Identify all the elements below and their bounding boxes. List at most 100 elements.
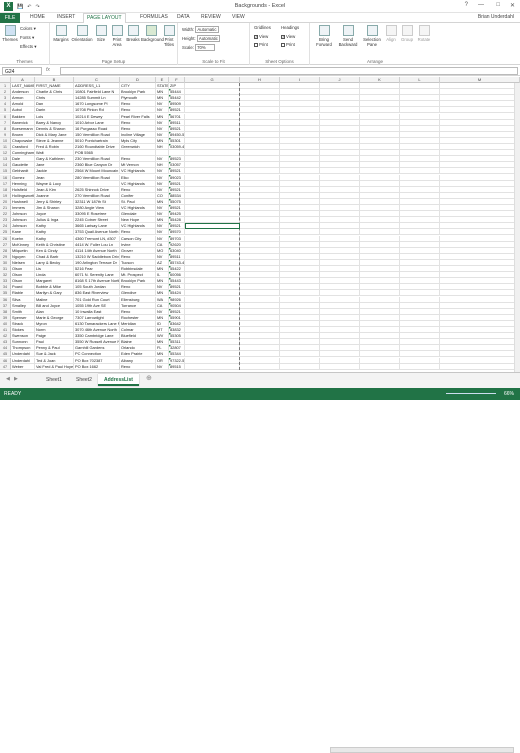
add-sheet-icon[interactable]: ⊕ — [146, 374, 152, 382]
gridlines-view-checkbox[interactable]: View — [254, 34, 268, 39]
number-as-text-indicator — [169, 327, 171, 329]
cell[interactable] — [360, 363, 400, 370]
themes-group-label: Themes — [16, 59, 33, 64]
align-icon — [385, 25, 397, 36]
gridlines-print-checkbox[interactable]: Print — [254, 42, 268, 47]
tab-data[interactable]: DATA — [177, 14, 190, 20]
number-as-text-indicator — [169, 333, 171, 336]
height-select[interactable]: Automatic — [196, 35, 220, 42]
user-name[interactable]: Brian Underdahl — [478, 14, 514, 20]
formula-input[interactable] — [60, 67, 518, 75]
group-button[interactable]: Group — [400, 25, 414, 42]
width-select[interactable]: Automatic — [195, 26, 219, 33]
number-as-text-indicator — [169, 211, 171, 214]
scale-input[interactable]: 70% — [195, 44, 216, 51]
tab-review[interactable]: REVIEW — [201, 14, 221, 20]
tab-home[interactable]: HOME — [30, 14, 45, 20]
width-label: Width: — [182, 27, 195, 32]
number-as-text-indicator — [169, 162, 171, 165]
group-icon — [401, 25, 413, 36]
cell[interactable] — [185, 363, 240, 370]
number-as-text-indicator — [169, 235, 171, 238]
row-header[interactable]: 47 — [0, 363, 11, 370]
selection-pane-button[interactable]: Selection Pane — [362, 25, 382, 47]
headings-view-checkbox[interactable]: View — [281, 34, 295, 39]
orientation-button[interactable]: Orientation — [71, 25, 93, 42]
fx-icon[interactable]: fx — [46, 67, 50, 73]
check-icon — [254, 34, 258, 39]
cell[interactable]: PO Box 1662 — [74, 363, 120, 370]
number-as-text-indicator — [169, 186, 171, 189]
number-as-text-indicator — [169, 357, 171, 360]
colors-button[interactable]: Colors ▾ — [20, 26, 36, 32]
cell[interactable] — [440, 363, 520, 370]
tab-insert[interactable]: INSERT — [57, 14, 75, 20]
sheet-tab-sheet2[interactable]: Sheet2 — [70, 374, 98, 386]
cell[interactable]: 89515 — [169, 363, 185, 370]
number-as-text-indicator — [169, 266, 171, 268]
help-icon[interactable]: ? — [465, 2, 468, 8]
cell[interactable] — [400, 363, 440, 370]
print-area-button[interactable]: Print Area — [109, 25, 125, 47]
size-button[interactable]: Size — [94, 25, 108, 42]
cell[interactable] — [280, 363, 320, 370]
size-icon — [95, 25, 107, 36]
number-as-text-indicator — [169, 241, 171, 244]
number-as-text-indicator — [169, 168, 171, 171]
breaks-button[interactable]: Breaks — [126, 25, 140, 42]
horizontal-scrollbar[interactable] — [330, 747, 514, 753]
number-as-text-indicator — [169, 156, 171, 159]
background-button[interactable]: Background — [141, 25, 164, 42]
number-as-text-indicator — [169, 113, 171, 116]
cell[interactable]: NV — [156, 363, 169, 370]
fonts-button[interactable]: Fonts ▾ — [20, 35, 34, 41]
number-as-text-indicator — [169, 125, 171, 128]
worksheet-grid[interactable]: ABCDEFGHIJKLM 1 LAST_NAME FIRST_NAME ADDRES… — [0, 77, 520, 372]
sheet-tab-addresslist[interactable]: AddressList — [98, 374, 139, 386]
zoom-level[interactable]: 66% — [504, 388, 514, 400]
margins-icon — [55, 25, 67, 36]
number-as-text-indicator — [169, 296, 171, 299]
tab-formulas[interactable]: FORMULAS — [140, 14, 168, 20]
title-bar: X 💾 ↶ ↷ Backgrounds - Excel ? — □ ✕ — [0, 0, 520, 13]
number-as-text-indicator — [169, 247, 171, 250]
headings-print-checkbox[interactable]: Print — [281, 42, 295, 47]
print-titles-button[interactable]: Print Titles — [162, 25, 176, 47]
name-box[interactable]: G24 — [2, 67, 42, 75]
number-as-text-indicator — [169, 89, 171, 92]
sheet-tab-sheet1[interactable]: Sheet1 — [40, 374, 68, 386]
themes-button[interactable]: Themes — [2, 25, 18, 42]
number-as-text-indicator — [169, 174, 171, 177]
margins-button[interactable]: Margins — [52, 25, 70, 42]
tab-file[interactable]: FILE — [0, 13, 20, 23]
rotate-button[interactable]: Rotate — [416, 25, 432, 42]
cell[interactable]: Reno — [120, 363, 156, 370]
check-icon — [281, 34, 285, 39]
print-area-icon — [111, 25, 123, 36]
arrange-group: Bring Forward Send Backward Selection Pa… — [310, 23, 440, 65]
send-backward-button[interactable]: Send Backward — [337, 25, 359, 47]
formula-bar: G24 fx — [0, 66, 520, 76]
cell[interactable] — [240, 363, 280, 370]
minimize-button[interactable]: — — [478, 2, 484, 8]
vertical-scrollbar[interactable] — [514, 83, 520, 372]
tab-view[interactable]: VIEW — [232, 14, 245, 20]
align-button[interactable]: Align — [384, 25, 398, 42]
number-as-text-indicator — [169, 345, 171, 348]
height-label: Height: — [182, 36, 196, 41]
cell[interactable] — [320, 363, 360, 370]
bring-forward-button[interactable]: Bring Forward — [314, 25, 334, 47]
cell[interactable]: Val Fred & Paul Hoyer — [35, 363, 74, 370]
maximize-button[interactable]: □ — [496, 2, 500, 8]
zoom-slider[interactable] — [446, 393, 496, 394]
selected-cell[interactable] — [185, 223, 240, 230]
number-as-text-indicator — [169, 363, 171, 366]
cell[interactable]: Weber — [11, 363, 35, 370]
next-sheet-icon[interactable]: ▶ — [14, 376, 18, 382]
background-icon — [145, 25, 157, 36]
prev-sheet-icon[interactable]: ◀ — [6, 376, 10, 382]
close-button[interactable]: ✕ — [510, 2, 515, 9]
sheet-options-group: Gridlines Headings View View Print Print… — [250, 23, 310, 65]
effects-button[interactable]: Effects ▾ — [20, 44, 36, 50]
number-as-text-indicator — [169, 217, 171, 220]
